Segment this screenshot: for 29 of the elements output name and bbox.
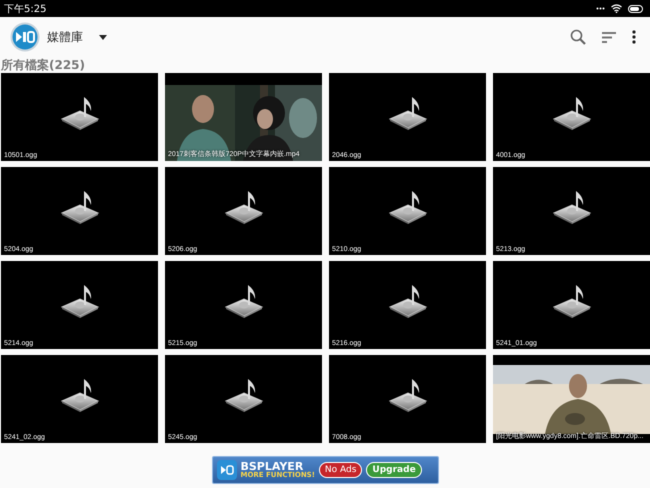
ad-brand: BSPLAYER: [240, 461, 304, 472]
no-ads-button[interactable]: No Ads: [318, 462, 362, 478]
sort-icon[interactable]: [602, 32, 616, 42]
search-icon[interactable]: [570, 29, 586, 45]
music-note-icon: [60, 95, 100, 131]
music-note-icon: [552, 189, 592, 225]
music-note-icon: [552, 283, 592, 319]
library-title: 媒體庫: [47, 28, 83, 46]
player-logo-icon: [216, 460, 236, 480]
wifi-icon: [611, 4, 622, 13]
music-note-icon: [60, 377, 100, 413]
music-note-icon: [388, 377, 428, 413]
app-logo-icon: [10, 22, 40, 52]
section-heading: 所有檔案(225): [0, 57, 86, 73]
more-options-icon[interactable]: [632, 30, 636, 44]
dropdown-caret-icon[interactable]: [99, 34, 107, 40]
music-note-icon: [388, 189, 428, 225]
music-note-icon: [224, 377, 264, 413]
music-note-icon: [224, 189, 264, 225]
status-time: 下午5:25: [4, 2, 46, 16]
music-note-icon: [388, 283, 428, 319]
music-note-icon: [60, 189, 100, 225]
music-note-icon: [552, 95, 592, 131]
music-note-icon: [388, 95, 428, 131]
upgrade-button[interactable]: Upgrade: [366, 462, 422, 478]
more-dots-icon: [596, 7, 605, 10]
music-note-icon: [224, 283, 264, 319]
music-note-icon: [60, 283, 100, 319]
battery-icon: [628, 4, 644, 12]
